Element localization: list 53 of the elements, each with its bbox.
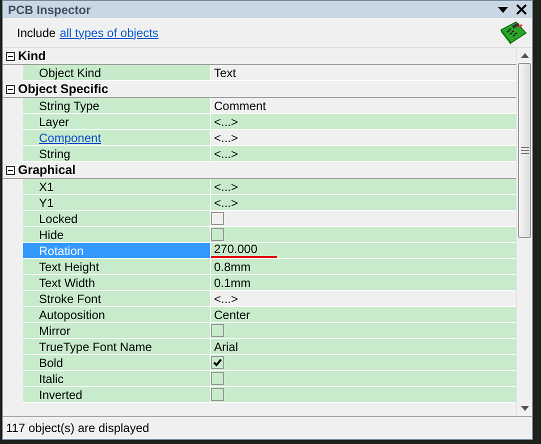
collapse-icon[interactable]: [6, 52, 15, 60]
property-name[interactable]: Layer: [23, 114, 211, 130]
category-header[interactable]: Kind: [18, 49, 46, 63]
checkbox[interactable]: [211, 212, 224, 225]
property-name[interactable]: String Type: [23, 98, 211, 114]
property-name[interactable]: Object Kind: [23, 65, 211, 81]
circuit-board-icon: [499, 20, 527, 44]
property-name[interactable]: Autoposition: [23, 307, 211, 323]
category-header[interactable]: Object Specific: [18, 82, 108, 96]
scrollbar[interactable]: [516, 48, 532, 416]
property-value[interactable]: <...>: [211, 179, 516, 195]
property-name[interactable]: Y1: [23, 195, 211, 211]
collapse-icon[interactable]: [6, 84, 15, 94]
property-name[interactable]: Locked: [23, 211, 211, 227]
property-value[interactable]: <...>: [211, 195, 516, 211]
checkbox[interactable]: [211, 372, 224, 385]
checkbox[interactable]: [211, 324, 224, 337]
property-name[interactable]: Stroke Font: [23, 291, 211, 307]
property-value[interactable]: [211, 227, 516, 243]
property-name[interactable]: Hide: [23, 227, 211, 243]
filter-label: Include: [17, 26, 56, 40]
checkbox[interactable]: [211, 228, 224, 241]
property-value[interactable]: <...>: [211, 146, 516, 162]
property-value[interactable]: 0.8mm: [211, 259, 516, 275]
property-name[interactable]: TrueType Font Name: [23, 339, 211, 355]
collapse-icon[interactable]: [6, 166, 15, 174]
property-value[interactable]: Arial: [211, 339, 516, 355]
property-name[interactable]: Inverted: [23, 387, 211, 403]
property-value[interactable]: Center: [211, 307, 516, 323]
category-header[interactable]: Graphical: [18, 163, 76, 177]
property-name[interactable]: String: [23, 146, 211, 162]
property-name[interactable]: Italic: [23, 371, 211, 387]
property-name[interactable]: Bold: [23, 355, 211, 371]
property-value[interactable]: [211, 387, 516, 403]
property-name[interactable]: X1: [23, 179, 211, 195]
filter-link[interactable]: all types of objects: [60, 26, 495, 40]
grip-icon: [520, 147, 528, 154]
scroll-down-arrow-icon[interactable]: [520, 406, 528, 411]
property-value[interactable]: [211, 323, 516, 339]
property-value[interactable]: <...>: [211, 114, 516, 130]
dropdown-arrow-icon[interactable]: [497, 6, 509, 14]
checkbox[interactable]: [211, 388, 224, 401]
window-title: PCB Inspector: [8, 2, 92, 16]
close-icon[interactable]: [516, 4, 527, 15]
property-value[interactable]: 0.1mm: [211, 275, 516, 291]
property-name[interactable]: Text Width: [23, 275, 211, 291]
status-text: 117 object(s) are displayed: [6, 421, 150, 435]
property-name[interactable]: Component: [23, 130, 211, 146]
property-name[interactable]: Mirror: [23, 323, 211, 339]
scroll-up-arrow-icon[interactable]: [520, 53, 528, 58]
property-name[interactable]: Text Height: [23, 259, 211, 275]
property-value[interactable]: 270.000: [211, 243, 516, 259]
checkbox[interactable]: [211, 356, 224, 369]
